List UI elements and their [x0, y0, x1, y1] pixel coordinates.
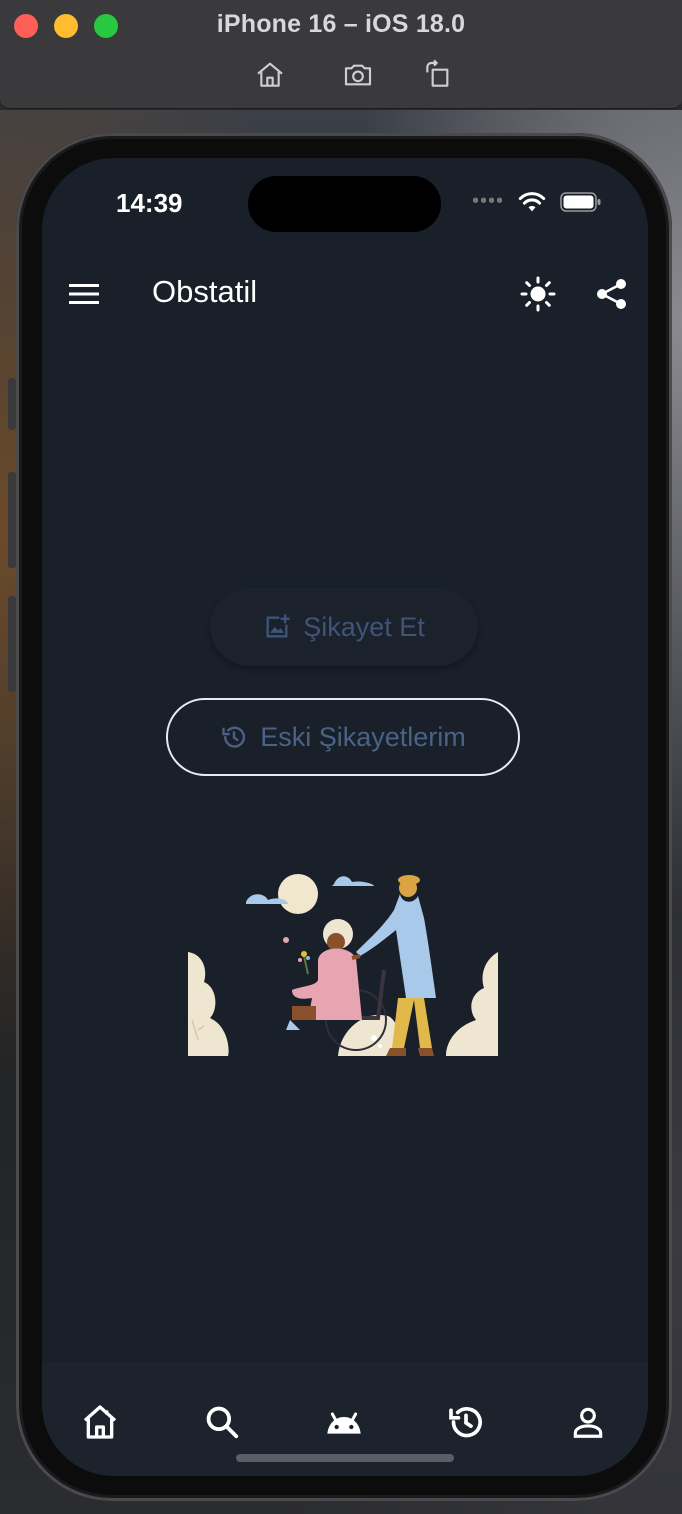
signal-dots-icon: ••••	[471, 190, 504, 212]
volume-up-button	[8, 472, 16, 568]
wheelchair-illustration	[188, 874, 498, 1056]
nav-search[interactable]	[198, 1398, 246, 1446]
home-icon	[83, 1405, 117, 1439]
nav-home[interactable]	[76, 1398, 124, 1446]
nav-history[interactable]	[442, 1398, 490, 1446]
rotate-icon	[426, 59, 449, 87]
nav-profile[interactable]	[564, 1398, 612, 1446]
home-icon	[257, 62, 283, 87]
old-complaints-button[interactable]: Eski Şikayetlerim	[166, 698, 520, 776]
simulator-screenshot-button[interactable]	[341, 58, 375, 92]
battery-icon	[560, 191, 601, 212]
home-indicator	[236, 1454, 454, 1462]
simulator-rotate-button[interactable]	[421, 58, 455, 92]
app-title: Obstatil	[152, 274, 258, 309]
volume-down-button	[8, 596, 16, 692]
app-bar: Obstatil	[42, 254, 648, 334]
add-photo-icon	[266, 614, 291, 638]
screenshot-icon	[344, 64, 372, 86]
status-icons: ••••	[472, 190, 602, 213]
share-icon	[597, 279, 626, 309]
complain-button-label: Şikayet Et	[303, 611, 425, 642]
android-icon	[327, 1412, 361, 1434]
brightness-icon	[520, 276, 556, 312]
nav-assistant[interactable]	[320, 1398, 368, 1446]
person-icon	[573, 1407, 603, 1438]
simulator-title-bar: iPhone 16 – iOS 18.0	[0, 0, 682, 109]
simulator-home-button[interactable]	[253, 58, 287, 92]
dynamic-island	[248, 176, 441, 232]
phone-screen: 14:39 •••• Obstatil Şikayet Et Eski Şika…	[42, 158, 648, 1476]
menu-icon	[69, 284, 99, 304]
history-icon	[222, 726, 246, 748]
history-icon	[449, 1407, 482, 1438]
old-complaints-button-label: Eski Şikayetlerim	[260, 721, 466, 752]
complain-button[interactable]: Şikayet Et	[210, 588, 478, 666]
theme-toggle-button[interactable]	[516, 272, 560, 316]
simulator-title: iPhone 16 – iOS 18.0	[216, 10, 466, 38]
wifi-icon	[518, 191, 546, 211]
menu-button[interactable]	[64, 274, 104, 314]
share-button[interactable]	[590, 272, 634, 316]
search-icon	[206, 1406, 239, 1439]
action-button	[8, 378, 16, 430]
status-time: 14:39	[116, 188, 183, 218]
